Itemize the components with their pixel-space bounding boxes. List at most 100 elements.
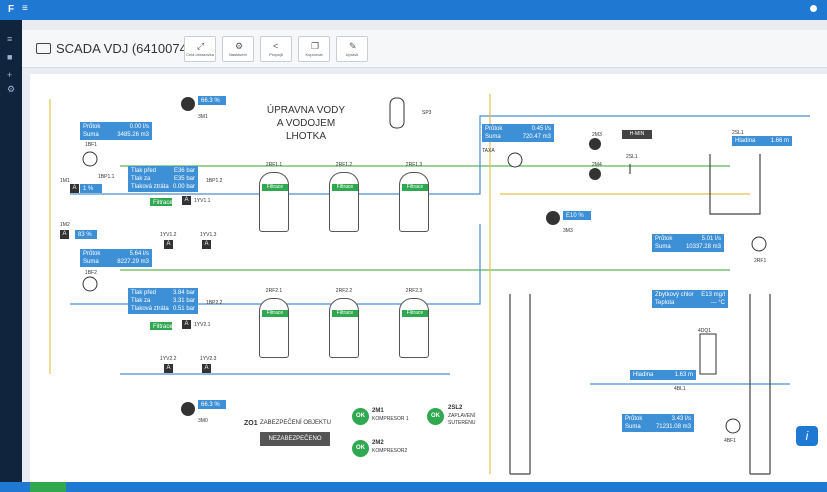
filter-2rf2-3[interactable]: 2RF2.3 Filtrace	[396, 288, 432, 370]
flow3-label-prutok: Průtok	[485, 126, 503, 132]
filter-body: Filtrace	[399, 172, 429, 232]
filter-body: Filtrace	[329, 172, 359, 232]
flow-panel-1bf1: Průtok 0.00 l/s Suma 3485.26 m3	[80, 122, 152, 140]
filter-2rf1-3[interactable]: 2RF1.3 Filtrace	[396, 162, 432, 244]
share-button[interactable]: < Propojit	[260, 36, 292, 62]
pump-3m3-pct: E10 %	[563, 211, 591, 220]
page-header: SCADA VDJ (64100749) ⤢ Celá obrazovka ⚙ Na…	[22, 30, 827, 68]
user-status-icon[interactable]	[810, 5, 817, 12]
pump3m0-value: 66.3	[201, 402, 213, 408]
flow5-value-prutok: 3.43	[671, 416, 684, 422]
flow5-unit-suma: m3	[682, 424, 691, 430]
line2-unit1: bar	[186, 290, 195, 296]
pump3m3-unit: %	[578, 213, 584, 219]
pump3m0-name: 3M0	[198, 418, 208, 424]
compressor2-text: KOMPRESOR2	[372, 448, 408, 454]
line2-label2: Tlak za	[131, 298, 151, 304]
filter-2rf1-2[interactable]: 2RF1.2 Filtrace	[326, 162, 362, 244]
compressor1-ok-icon: OK	[352, 408, 369, 425]
flow4-unit-prutok: l/s	[715, 236, 721, 242]
flow4-label-prutok: Průtok	[655, 236, 673, 242]
line1-value2: E35	[173, 176, 185, 182]
copy-icon: ❐	[311, 41, 320, 51]
line2-valve2: 1YV2.2	[160, 356, 177, 362]
line2-valve2-mode[interactable]: A	[164, 364, 173, 373]
reservoir-level-panel: Hladina 1.63 m	[630, 370, 696, 380]
temperature-unit: °C	[718, 300, 725, 306]
compressor1-id: 2M1	[372, 408, 384, 414]
reservoir-level-label: Hladina	[633, 372, 654, 378]
flow1-value-suma: 3485.26	[117, 132, 139, 138]
flow3-value-suma: 720.47	[522, 134, 541, 140]
chlorine-value: E13	[701, 292, 712, 298]
line2-value2: 3.31	[172, 298, 185, 304]
flow5-label-suma: Suma	[625, 424, 641, 430]
pump3m1-value: 66.3	[201, 98, 213, 104]
flow1-unit-prutok: l/s	[143, 124, 149, 130]
tank-sensor-label: 2SL1	[626, 154, 638, 160]
edit-button[interactable]: ✎ Upravit	[336, 36, 368, 62]
flow1-label-prutok: Průtok	[83, 124, 101, 130]
info-button[interactable]: i	[796, 426, 818, 446]
flow4-unit-suma: m3	[712, 244, 721, 250]
line2-unit3: bar	[186, 306, 195, 312]
copy-label: Kopírovat	[305, 52, 323, 57]
valve-1m1-mode[interactable]: A	[70, 184, 79, 193]
flow-panel-taxa: Průtok 0.45 l/s Suma 720.47 m3	[482, 124, 554, 142]
line1-filter-badge: Filtrace	[150, 198, 173, 206]
bottom-status-bar	[0, 482, 827, 492]
filter-2rf1-1[interactable]: 2RF1.1 Filtrace	[256, 162, 292, 244]
flow3-label-suma: Suma	[485, 134, 501, 140]
flow2-unit-suma: m3	[140, 259, 149, 265]
line2-unit2: bar	[186, 298, 195, 304]
menu-icon[interactable]: ≡	[22, 3, 28, 14]
line1-label2: Tlak za	[131, 176, 151, 182]
line1-valve-mode[interactable]: A	[182, 196, 191, 205]
filter-body: Filtrace	[259, 298, 289, 358]
line2-valve3-mode[interactable]: A	[202, 364, 211, 373]
flow5-unit-prutok: l/s	[685, 416, 691, 422]
flow2-label-suma: Suma	[83, 259, 99, 265]
copy-button[interactable]: ❐ Kopírovat	[298, 36, 330, 62]
line2-value3: 0.51	[172, 306, 185, 312]
flow2-label-prutok: Průtok	[83, 251, 101, 257]
filter-2rf2-1[interactable]: 2RF2.1 Filtrace	[256, 288, 292, 370]
page-title: SCADA VDJ (64100749)	[36, 41, 198, 56]
chlorine-unit: mg/l	[713, 292, 725, 298]
chlorine-device-label: 4DQ1	[698, 328, 712, 334]
pump3m1-unit: %	[214, 98, 220, 104]
line2-valve-mode[interactable]: A	[182, 320, 191, 329]
nav-settings-icon[interactable]: ⚙	[7, 84, 15, 95]
line1-valve2-mode[interactable]: A	[164, 240, 173, 249]
pump3m3-name: 3M3	[563, 228, 573, 234]
flow1-meter-label: 1BF1	[85, 142, 97, 148]
reservoir-level-value: 1.63	[674, 372, 687, 378]
valve-1m2-pct: 83 %	[75, 230, 97, 239]
flow1-label-suma: Suma	[83, 132, 99, 138]
filter-badge: Filtrace	[332, 184, 358, 191]
app-logo[interactable]: F	[8, 4, 14, 15]
filter-2rf2-2[interactable]: 2RF2.2 Filtrace	[326, 288, 362, 370]
nav-add-icon[interactable]: +	[7, 70, 12, 80]
line1-valve3-mode[interactable]: A	[202, 240, 211, 249]
reservoir-sensor-label: 4BL1	[674, 386, 686, 392]
left-sidebar: ≡ ■ + ⚙	[0, 20, 22, 482]
settings-button[interactable]: ⚙ Nastavení	[222, 36, 254, 62]
settings-label: Nastavení	[228, 52, 247, 57]
line1-unit3: bar	[186, 184, 195, 190]
filter-badge: Filtrace	[332, 310, 358, 317]
chlorine-panel: Zbytkový chlor E13 mg/l Teplota --- °C	[652, 290, 728, 308]
hmin-indicator: H-MIN	[622, 130, 652, 139]
valve-1m1-label: 1M1	[60, 178, 70, 184]
temperature-label: Teplota	[655, 300, 675, 306]
chlorine-label: Zbytkový chlor	[655, 292, 694, 298]
filter-name: 2RF1.3	[405, 162, 423, 168]
flow2-unit-prutok: l/s	[143, 251, 149, 257]
valve-1m2-mode[interactable]: A	[60, 230, 69, 239]
fullscreen-button[interactable]: ⤢ Celá obrazovka	[184, 36, 216, 62]
sp3-label: SP3	[422, 110, 432, 116]
nav-list-icon[interactable]: ≡	[7, 34, 12, 44]
gears-icon: ⚙	[235, 41, 244, 51]
flow-panel-1bf2: Průtok 5.64 l/s Suma 8227.29 m3	[80, 249, 152, 267]
nav-folder-icon[interactable]: ■	[7, 52, 12, 62]
